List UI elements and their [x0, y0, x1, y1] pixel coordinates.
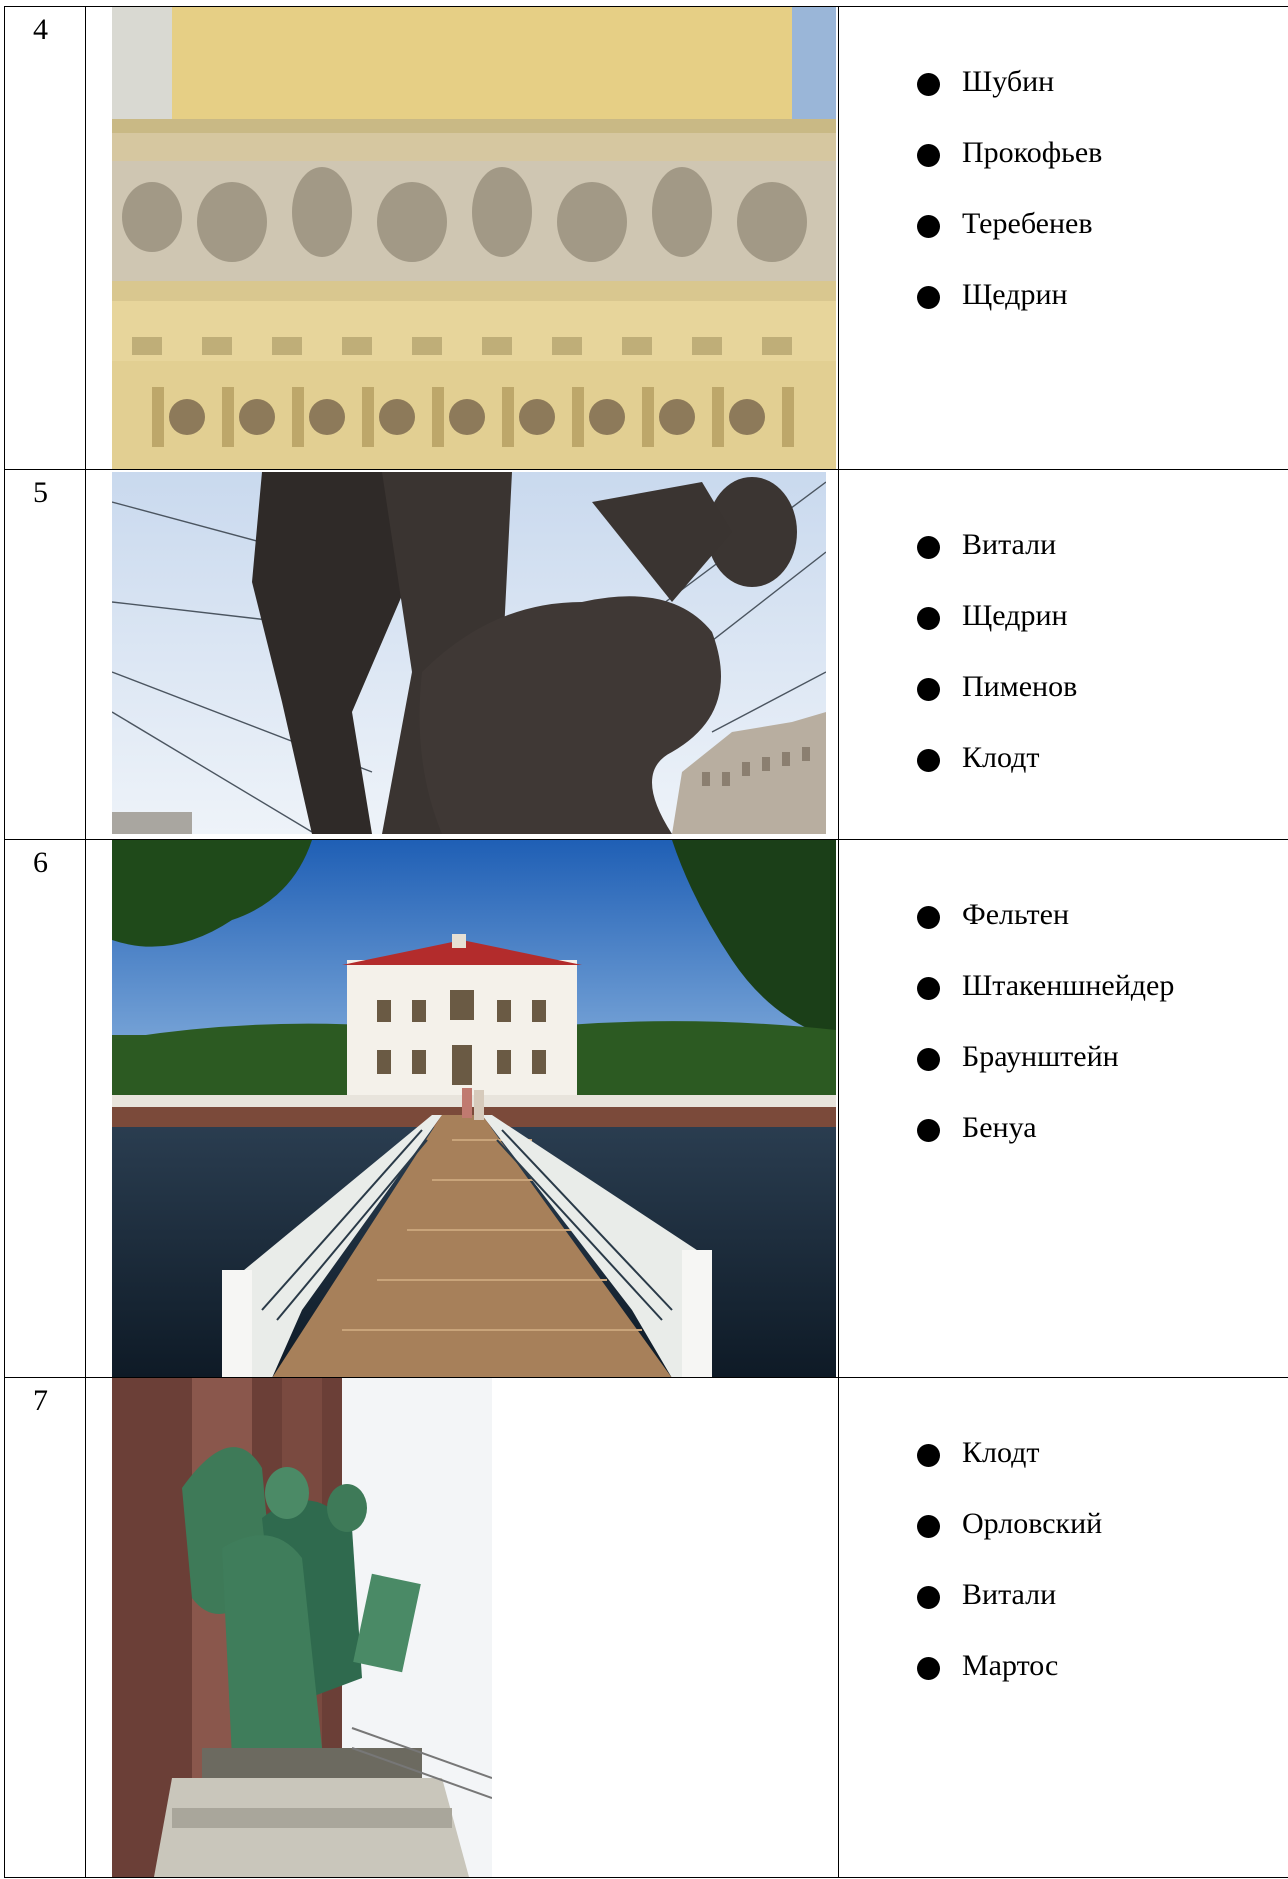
options-list: Фельтен Штакеншнейдер Браунштейн Бенуа: [839, 840, 1288, 1184]
bullet-icon: [917, 286, 940, 309]
options-cell: Фельтен Штакеншнейдер Браунштейн Бенуа: [838, 839, 1288, 1378]
palace-bridge-image: [112, 840, 836, 1377]
option-label: Браунштейн: [962, 1040, 1119, 1073]
options-cell: Клодт Орловский Витали Мартос: [838, 1377, 1288, 1878]
bullet-icon: [917, 906, 940, 929]
option-label: Прокофьев: [962, 136, 1103, 169]
list-item: Мартос: [917, 1651, 1288, 1722]
option-label: Теребенев: [962, 207, 1093, 240]
bullet-icon: [917, 1048, 940, 1071]
list-item: Орловский: [917, 1509, 1288, 1580]
list-item: Теребенев: [917, 209, 1288, 280]
table-row: 6 Фельтен Штакеншнейдер Браунштейн Бенуа: [4, 839, 1288, 1378]
option-label: Клодт: [962, 1436, 1040, 1469]
options-cell: Витали Щедрин Пименов Клодт: [838, 469, 1288, 840]
photo-cell: [85, 1377, 839, 1878]
building-frieze-image: [112, 7, 836, 469]
list-item: Прокофьев: [917, 138, 1288, 209]
option-label: Орловский: [962, 1507, 1103, 1540]
row-number: 4: [4, 6, 86, 470]
options-list: Витали Щедрин Пименов Клодт: [839, 470, 1288, 814]
option-label: Пименов: [962, 670, 1078, 703]
list-item: Витали: [917, 530, 1288, 601]
row-number: 6: [4, 839, 86, 1378]
photo-cell: [85, 839, 839, 1378]
list-item: Фельтен: [917, 900, 1288, 971]
list-item: Браунштейн: [917, 1042, 1288, 1113]
list-item: Штакеншнейдер: [917, 971, 1288, 1042]
options-list: Шубин Прокофьев Теребенев Щедрин: [839, 7, 1288, 351]
evangelist-statue-image: [112, 1378, 492, 1877]
list-item: Клодт: [917, 743, 1288, 814]
bullet-icon: [917, 73, 940, 96]
list-item: Щедрин: [917, 280, 1288, 351]
sculpture-image: [112, 472, 826, 834]
table-row: 7 Клодт Орловский Витали Мартос: [4, 1377, 1288, 1878]
bullet-icon: [917, 1657, 940, 1680]
bullet-icon: [917, 749, 940, 772]
table-row: 4 Шубин Прокофьев Теребенев Щедрин: [4, 6, 1288, 470]
row-number: 5: [4, 469, 86, 840]
list-item: Щедрин: [917, 601, 1288, 672]
bullet-icon: [917, 1444, 940, 1467]
options-list: Клодт Орловский Витали Мартос: [839, 1378, 1288, 1722]
bullet-icon: [917, 1586, 940, 1609]
option-label: Штакеншнейдер: [962, 969, 1175, 1002]
list-item: Шубин: [917, 67, 1288, 138]
option-label: Шубин: [962, 65, 1055, 98]
list-item: Бенуа: [917, 1113, 1288, 1184]
quiz-table: 4 Шубин Прокофьев Теребенев Щедрин 5 Вит…: [4, 6, 1288, 1878]
photo-cell: [85, 6, 839, 470]
bullet-icon: [917, 1515, 940, 1538]
list-item: Витали: [917, 1580, 1288, 1651]
option-label: Фельтен: [962, 898, 1070, 931]
bullet-icon: [917, 678, 940, 701]
bullet-icon: [917, 215, 940, 238]
bullet-icon: [917, 536, 940, 559]
option-label: Витали: [962, 1578, 1057, 1611]
bullet-icon: [917, 144, 940, 167]
list-item: Пименов: [917, 672, 1288, 743]
row-number: 7: [4, 1377, 86, 1878]
list-item: Клодт: [917, 1438, 1288, 1509]
bullet-icon: [917, 977, 940, 1000]
photo-cell: [85, 469, 839, 840]
option-label: Мартос: [962, 1649, 1059, 1682]
options-cell: Шубин Прокофьев Теребенев Щедрин: [838, 6, 1288, 470]
bullet-icon: [917, 607, 940, 630]
table-row: 5 Витали Щедрин Пименов Клодт: [4, 469, 1288, 840]
option-label: Щедрин: [962, 599, 1068, 632]
option-label: Бенуа: [962, 1111, 1037, 1144]
bullet-icon: [917, 1119, 940, 1142]
option-label: Витали: [962, 528, 1057, 561]
option-label: Щедрин: [962, 278, 1068, 311]
option-label: Клодт: [962, 741, 1040, 774]
